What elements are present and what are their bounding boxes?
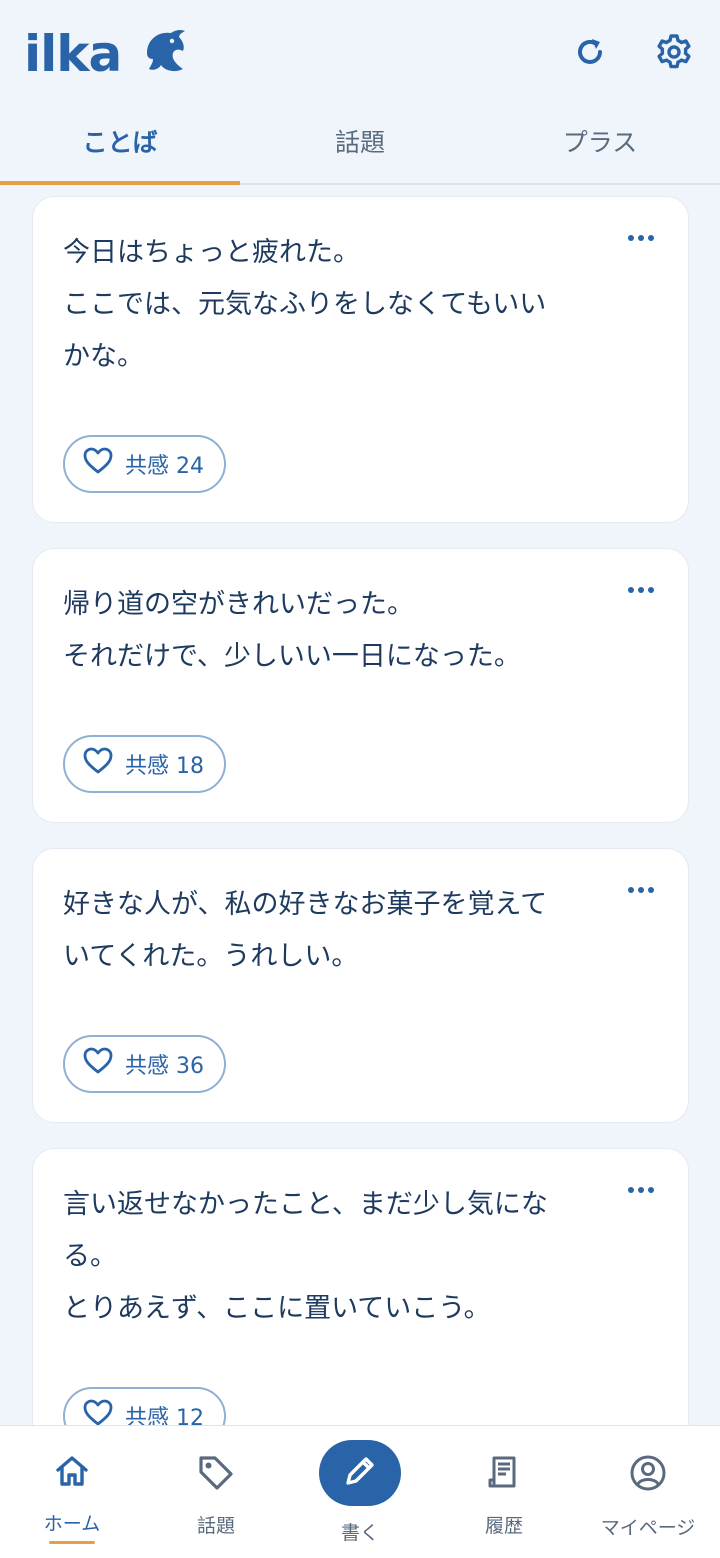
empathy-button[interactable]: 共感 36 [63, 1035, 226, 1093]
dolphin-logo-icon [141, 29, 189, 79]
empathy-count: 共感 36 [125, 1054, 204, 1079]
nav-mypage[interactable]: マイページ [576, 1426, 720, 1558]
write-button[interactable] [319, 1440, 401, 1506]
brand: ilka [24, 25, 189, 83]
more-options-button[interactable] [628, 583, 658, 597]
nav-label: ホーム [43, 1513, 101, 1535]
empathy-button[interactable]: 共感 18 [63, 735, 226, 793]
post-text: 帰り道の空がきれいだった。 それだけで、少しいい一日になった。 [63, 589, 521, 672]
more-options-button[interactable] [628, 231, 658, 245]
refresh-icon [573, 35, 607, 73]
empathy-count: 共感 18 [125, 754, 204, 779]
app-logo-text: ilka [24, 25, 122, 83]
post-card: 帰り道の空がきれいだった。 それだけで、少しいい一日になった。 共感 18 [32, 548, 689, 823]
tab-topics[interactable]: 話題 [240, 108, 480, 183]
tab-label: ことば [82, 127, 158, 157]
tab-kotoba[interactable]: ことば [0, 108, 240, 185]
more-options-button[interactable] [628, 883, 658, 897]
empathy-count: 共感 24 [125, 454, 204, 479]
post-text: 好きな人が、私の好きなお菓子を覚えて いてくれた。うれしい。 [63, 889, 548, 972]
tab-plus[interactable]: プラス [480, 108, 720, 183]
nav-label: 書く [340, 1522, 379, 1544]
nav-home[interactable]: ホーム [0, 1426, 144, 1558]
post-card: 好きな人が、私の好きなお菓子を覚えて いてくれた。うれしい。 共感 36 [32, 848, 689, 1123]
heart-icon [83, 1047, 113, 1081]
app-header: ilka [0, 0, 720, 108]
top-tabs: ことば 話題 プラス [0, 108, 720, 185]
bottom-navigation: ホーム 話題 書く 履歴 マイページ [0, 1425, 720, 1558]
post-feed: 今日はちょっと疲れた。 ここでは、元気なふりをしなくてもいい かな。 共感 24… [32, 196, 689, 1473]
nav-label: マイページ [600, 1517, 696, 1539]
home-icon [54, 1454, 90, 1493]
heart-icon [83, 447, 113, 481]
tab-label: 話題 [334, 127, 385, 157]
more-options-button[interactable] [628, 1183, 658, 1197]
nav-history[interactable]: 履歴 [432, 1426, 576, 1558]
nav-label: 話題 [196, 1515, 235, 1537]
nav-write[interactable]: 書く [288, 1426, 432, 1558]
post-card: 言い返せなかったこと、まだ少し気にな る。 とりあえず、ここに置いていこう。 共… [32, 1148, 689, 1448]
post-text: 今日はちょっと疲れた。 ここでは、元気なふりをしなくてもいい かな。 [63, 237, 547, 372]
receipt-icon [486, 1454, 522, 1495]
nav-label: 履歴 [484, 1515, 523, 1537]
post-card: 今日はちょっと疲れた。 ここでは、元気なふりをしなくてもいい かな。 共感 24 [32, 196, 689, 523]
tab-label: プラス [562, 127, 638, 157]
user-circle-icon [629, 1454, 667, 1497]
refresh-button[interactable] [570, 34, 610, 74]
gear-icon [655, 33, 693, 75]
empathy-button[interactable]: 共感 24 [63, 435, 226, 493]
post-text: 言い返せなかったこと、まだ少し気にな る。 とりあえず、ここに置いていこう。 [63, 1189, 548, 1324]
heart-icon [83, 747, 113, 781]
settings-button[interactable] [654, 34, 694, 74]
tag-icon [197, 1454, 235, 1495]
pencil-icon [342, 1453, 378, 1494]
nav-topics[interactable]: 話題 [144, 1426, 288, 1558]
